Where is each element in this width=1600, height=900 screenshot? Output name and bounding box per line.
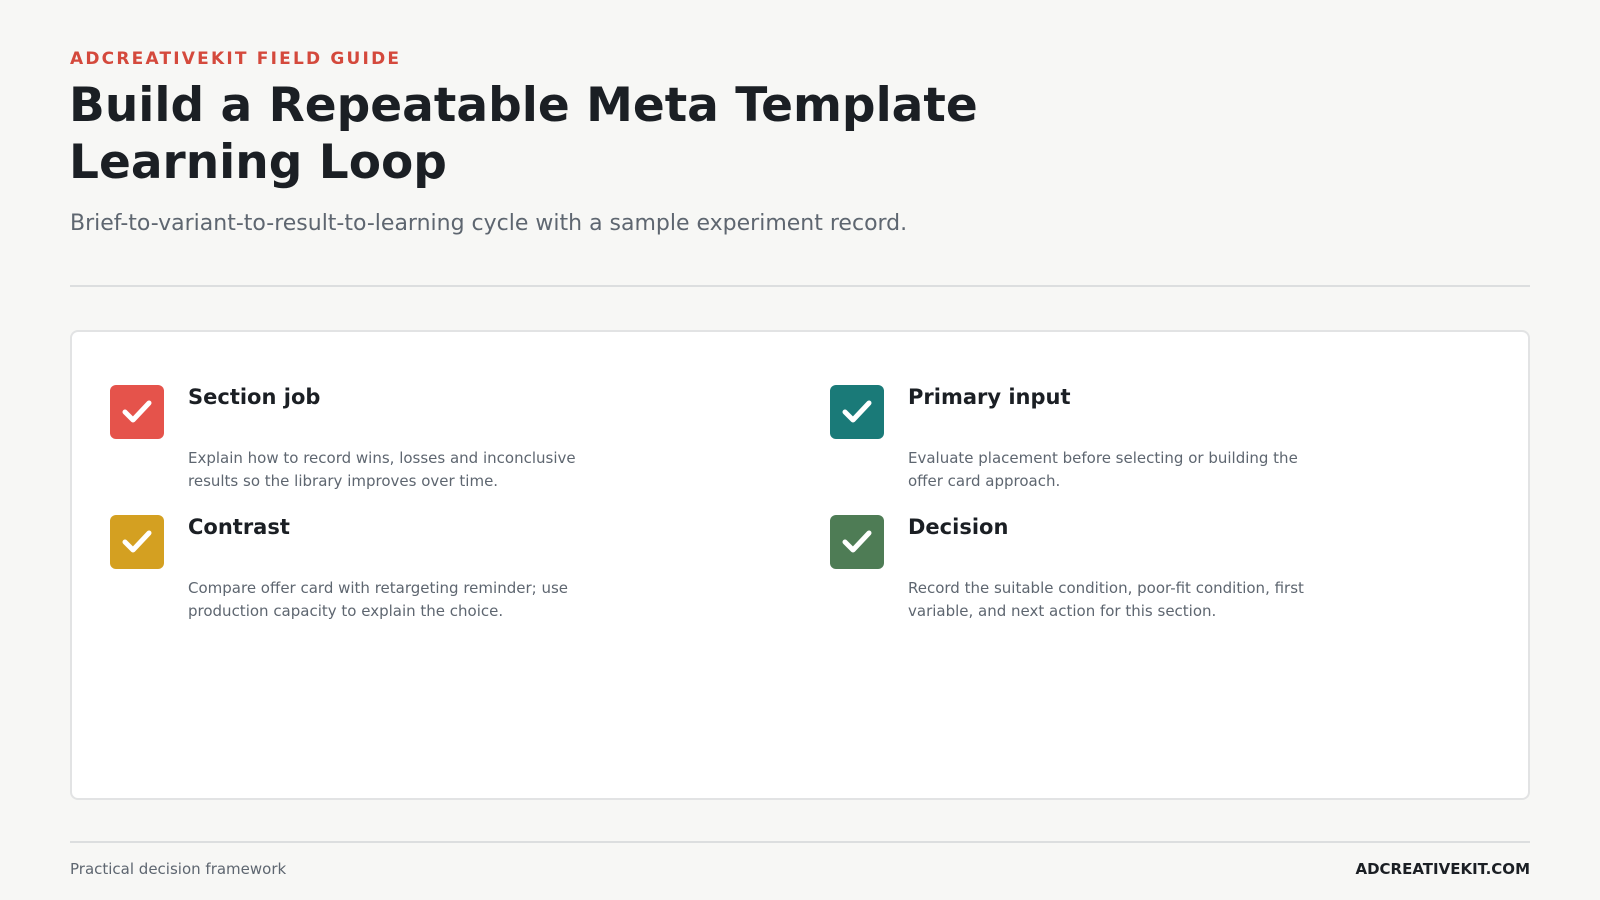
item-title: Contrast (188, 515, 290, 539)
page-title: Build a Repeatable Meta Template Learnin… (69, 78, 978, 190)
item-title: Section job (188, 385, 321, 409)
checklist-item-decision: Decision Record the suitable condition, … (830, 515, 1430, 635)
page: ADCREATIVEKIT FIELD GUIDE Build a Repeat… (0, 0, 1600, 900)
item-title: Decision (908, 515, 1009, 539)
check-icon (830, 385, 884, 439)
footer-tagline: Practical decision framework (70, 860, 287, 878)
checklist-item-section-job: Section job Explain how to record wins, … (110, 385, 710, 505)
page-subtitle: Brief-to-variant-to-result-to-learning c… (70, 211, 908, 236)
checklist-item-contrast: Contrast Compare offer card with retarge… (110, 515, 710, 635)
check-icon (110, 385, 164, 439)
item-description: Compare offer card with retargeting remi… (188, 579, 568, 620)
item-description: Record the suitable condition, poor-fit … (908, 579, 1304, 620)
item-description: Evaluate placement before selecting or b… (908, 449, 1298, 490)
bottom-divider (70, 841, 1530, 843)
checklist-card: Section job Explain how to record wins, … (70, 330, 1530, 800)
item-description: Explain how to record wins, losses and i… (188, 449, 576, 490)
checklist-item-primary-input: Primary input Evaluate placement before … (830, 385, 1430, 505)
eyebrow-label: ADCREATIVEKIT FIELD GUIDE (70, 49, 402, 69)
footer-site-link[interactable]: ADCREATIVEKIT.COM (1355, 860, 1530, 878)
check-icon (830, 515, 884, 569)
item-title: Primary input (908, 385, 1071, 409)
top-divider (70, 285, 1530, 287)
check-icon (110, 515, 164, 569)
